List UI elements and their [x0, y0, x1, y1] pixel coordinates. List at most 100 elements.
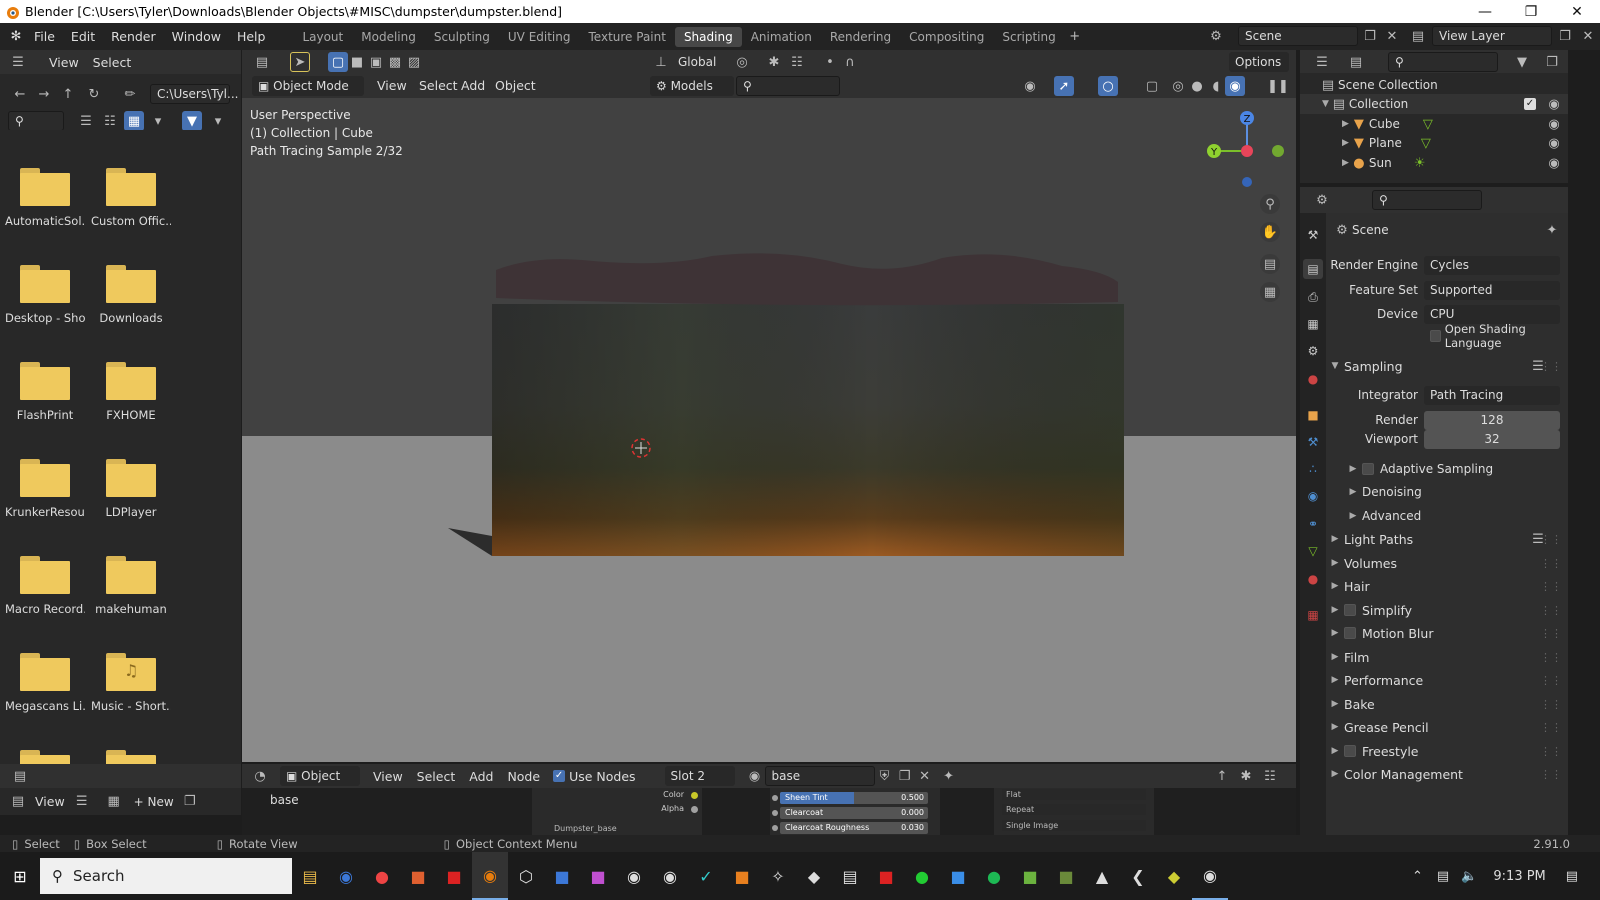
object-tab-icon[interactable]: ■: [1303, 405, 1323, 425]
principled-bsdf-node[interactable]: Sheen Tint 0.500 Clearcoat 0.000 Clearco…: [770, 788, 940, 835]
app-icon[interactable]: ▤: [832, 852, 868, 900]
network-icon[interactable]: ▤: [1437, 869, 1449, 884]
hamburger-icon[interactable]: ☰: [72, 792, 92, 812]
simplify-checkbox[interactable]: [1344, 604, 1356, 616]
drag-handle-icon[interactable]: ⋮⋮: [1540, 604, 1562, 617]
folder-item[interactable]: KrunkerResou...: [5, 459, 85, 519]
texture-tab-icon[interactable]: ▦: [1303, 605, 1323, 625]
vp-object-menu[interactable]: Object: [488, 78, 543, 93]
folder-item[interactable]: Downloads: [91, 265, 171, 325]
hair-section[interactable]: ▶ Hair ⋮⋮: [1326, 575, 1568, 597]
falloff-icon[interactable]: ∩: [840, 52, 860, 72]
spotify-icon[interactable]: ●: [976, 852, 1012, 900]
physics-tab-icon[interactable]: ◉: [1303, 486, 1323, 506]
folder-item[interactable]: Custom Offic...: [91, 168, 171, 228]
parent-dir-icon[interactable]: ↑: [58, 84, 78, 104]
options-dropdown[interactable]: Options: [1229, 52, 1289, 72]
drag-handle-icon[interactable]: ⋮⋮: [1540, 627, 1562, 640]
app-icon[interactable]: ■: [436, 852, 472, 900]
select-subtract-icon[interactable]: ▣: [366, 52, 386, 72]
eye-icon[interactable]: ◉: [1544, 153, 1564, 173]
app-icon[interactable]: ◉: [652, 852, 688, 900]
forward-icon[interactable]: →: [34, 84, 54, 104]
remove-scene-icon[interactable]: ✕: [1382, 26, 1402, 46]
view-layer-tab-icon[interactable]: ▦: [1303, 314, 1323, 334]
output-tab-icon[interactable]: ⎙: [1303, 287, 1323, 307]
outliner-row[interactable]: ▶ ▼ Cube ▽ ◉: [1300, 114, 1568, 134]
osl-checkbox[interactable]: [1430, 330, 1441, 342]
tab-layout[interactable]: Layout: [293, 27, 352, 47]
refresh-icon[interactable]: ↻: [84, 84, 104, 104]
folder-item[interactable]: Desktop - Sho...: [5, 265, 85, 325]
pin-icon[interactable]: ✦: [1542, 220, 1562, 240]
render-tab-icon[interactable]: ▤: [1303, 259, 1323, 279]
file-explorer-icon[interactable]: ▤: [292, 852, 328, 900]
node-editor-canvas[interactable]: base Color Alpha Dumpster_base Sheen Tin…: [242, 788, 1296, 835]
pin-icon[interactable]: ✦: [939, 766, 959, 786]
slot-dropdown[interactable]: Slot 2: [664, 766, 735, 786]
ie-view-menu[interactable]: View: [28, 794, 72, 809]
render-samples-field[interactable]: 128: [1424, 410, 1560, 430]
models-dropdown[interactable]: ⚙ Models: [650, 76, 734, 96]
shader-type-dropdown[interactable]: ▣ Object: [280, 766, 360, 786]
proportional-edit-icon[interactable]: •: [820, 52, 840, 72]
app-icon[interactable]: ■: [1048, 852, 1084, 900]
list-view-icon[interactable]: ☰: [76, 111, 96, 131]
material-tab-icon[interactable]: ●: [1303, 569, 1323, 589]
taskbar-search[interactable]: ⚲ Search: [40, 858, 292, 894]
ne-node-menu[interactable]: Node: [500, 769, 547, 784]
denoising-subsection[interactable]: ▶ Denoising: [1326, 481, 1568, 503]
menu-help[interactable]: Help: [229, 29, 274, 44]
add-workspace-icon[interactable]: +: [1065, 27, 1085, 47]
menu-file[interactable]: File: [26, 29, 63, 44]
editor-type-icon[interactable]: ◔: [250, 766, 270, 786]
blender-taskbar-icon[interactable]: ◉: [472, 852, 508, 900]
ne-view-menu[interactable]: View: [366, 769, 410, 784]
parent-node-tree-icon[interactable]: ↑: [1212, 766, 1232, 786]
vp-add-menu[interactable]: Add: [454, 78, 492, 93]
vp-search-input[interactable]: ⚲: [736, 76, 840, 96]
ne-add-menu[interactable]: Add: [462, 769, 500, 784]
feature-set-dropdown[interactable]: Supported: [1424, 280, 1560, 300]
new-folder-icon[interactable]: ✏: [120, 84, 140, 104]
transform-orientation-dropdown[interactable]: Global: [672, 52, 724, 72]
clearcoat-roughness-slider[interactable]: Clearcoat Roughness 0.030: [780, 822, 928, 834]
app-icon[interactable]: ✧: [760, 852, 796, 900]
outliner-row[interactable]: ▼ ▤ Collection ✓ ◉: [1300, 94, 1568, 114]
advanced-subsection[interactable]: ▶ Advanced: [1326, 505, 1568, 527]
material-browse-icon[interactable]: ◉: [745, 766, 765, 786]
maximize-icon[interactable]: ❐: [1508, 0, 1554, 23]
drag-handle-icon[interactable]: ⋮⋮: [1540, 698, 1562, 711]
folder-item[interactable]: [5, 750, 85, 764]
grease-pencil-section[interactable]: ▶ Grease Pencil ⋮⋮: [1326, 716, 1568, 738]
app-icon[interactable]: ■: [868, 852, 904, 900]
tab-scripting[interactable]: Scripting: [993, 27, 1064, 47]
drag-handle-icon[interactable]: ⋮⋮: [1540, 768, 1562, 781]
performance-section[interactable]: ▶ Performance ⋮⋮: [1326, 669, 1568, 691]
new-scene-icon[interactable]: ❐: [1360, 26, 1380, 46]
solid-shading-icon[interactable]: ●: [1187, 76, 1207, 96]
editor-type-icon[interactable]: ▤: [252, 52, 272, 72]
snap-icon[interactable]: ✱: [1236, 766, 1256, 786]
editor-type-icon[interactable]: ▤: [10, 766, 30, 786]
back-icon[interactable]: ←: [10, 84, 30, 104]
select-extend-icon[interactable]: ■: [347, 52, 367, 72]
image-options-node[interactable]: Flat Repeat Single Image: [994, 788, 1154, 835]
duplicate-material-icon[interactable]: ❐: [895, 766, 915, 786]
outliner-search-input[interactable]: ⚲: [1388, 52, 1498, 72]
app-icon[interactable]: ◆: [796, 852, 832, 900]
tool-tab-icon[interactable]: ⚒: [1303, 225, 1323, 245]
volume-icon[interactable]: 🔈: [1461, 869, 1477, 884]
light-paths-section[interactable]: ▶ Light Paths ☰ ⋮⋮: [1326, 528, 1568, 550]
snap-icon[interactable]: ✱: [764, 52, 784, 72]
notifications-icon[interactable]: ▤: [1566, 869, 1578, 884]
editor-type-icon[interactable]: ☰: [8, 52, 28, 72]
messenger-icon[interactable]: ◉: [328, 852, 364, 900]
camera-icon[interactable]: ▤: [1260, 254, 1280, 274]
modifier-tab-icon[interactable]: ⚒: [1303, 432, 1323, 452]
view-mode-icon[interactable]: ▤: [8, 792, 28, 812]
xray-icon[interactable]: ▢: [1142, 76, 1162, 96]
chrome-icon[interactable]: ●: [364, 852, 400, 900]
wireframe-shading-icon[interactable]: ◎: [1168, 76, 1188, 96]
drag-handle-icon[interactable]: ⋮⋮: [1540, 745, 1562, 758]
